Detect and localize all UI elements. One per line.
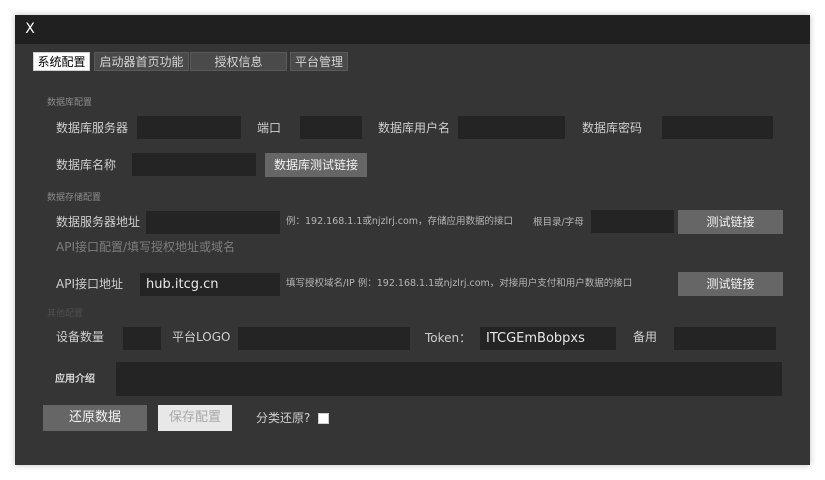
tab-license-info[interactable]: 授权信息 (190, 52, 287, 71)
app-intro-label: 应用介绍 (55, 374, 95, 385)
tab-platform-management[interactable]: 平台管理 (290, 52, 348, 71)
token-input[interactable]: ITCGEmBobpxs (480, 327, 616, 350)
app-intro-input[interactable] (116, 362, 782, 396)
device-count-input[interactable] (123, 327, 161, 350)
api-address-input[interactable]: hub.itcg.cn (140, 273, 280, 296)
db-section-title: 数据库配置 (47, 98, 93, 108)
db-user-label: 数据库用户名 (378, 121, 451, 135)
other-section-title: 其他配置 (47, 309, 84, 319)
token-label: Token： (425, 331, 472, 345)
api-example-hint: 填写授权域名/IP 例：192.168.1.1或njzlrj.com，对接用户支… (286, 278, 633, 289)
backup-input[interactable] (674, 327, 776, 350)
db-server-input[interactable] (137, 116, 241, 139)
storage-example-hint: 例：192.168.1.1或njzlrj.com，存储应用数据的接口 (286, 216, 514, 227)
close-button[interactable]: X (15, 15, 45, 44)
category-restore-label: 分类还原? (256, 411, 311, 425)
restore-data-button[interactable]: 还原数据 (43, 405, 147, 431)
storage-test-connection-button[interactable]: 测试链接 (678, 210, 783, 234)
storage-section-title: 数据存储配置 (47, 193, 102, 203)
storage-server-input[interactable] (146, 211, 280, 234)
storage-root-label: 根目录/字母 (533, 217, 584, 228)
api-address-label: API接口地址 (56, 277, 123, 291)
api-test-connection-button[interactable]: 测试链接 (678, 272, 783, 296)
device-count-label: 设备数量 (56, 330, 105, 344)
category-restore-checkbox[interactable] (318, 413, 329, 424)
db-server-label: 数据库服务器 (56, 121, 129, 135)
db-password-input[interactable] (662, 116, 773, 139)
db-test-connection-button[interactable]: 数据库测试链接 (265, 153, 367, 177)
db-user-input[interactable] (458, 116, 565, 139)
api-section-title: API接口配置/填写授权地址或域名 (56, 240, 236, 254)
storage-root-input[interactable] (591, 210, 674, 233)
db-port-input[interactable] (300, 116, 362, 139)
platform-logo-label: 平台LOGO (172, 330, 231, 344)
backup-label: 备用 (633, 330, 658, 344)
db-port-label: 端口 (257, 121, 282, 135)
config-window: X 系统配置 启动器首页功能 授权信息 平台管理 数据库配置 数据库服务器 端口… (15, 15, 810, 465)
title-bar: X (15, 15, 810, 44)
db-name-label: 数据库名称 (56, 158, 117, 172)
db-password-label: 数据库密码 (582, 121, 643, 135)
storage-server-label: 数据服务器地址 (56, 215, 141, 229)
platform-logo-input[interactable] (238, 327, 410, 350)
db-name-input[interactable] (132, 153, 256, 176)
save-config-button[interactable]: 保存配置 (158, 405, 232, 431)
tab-system-config[interactable]: 系统配置 (33, 52, 90, 71)
tab-launcher-home[interactable]: 启动器首页功能 (94, 52, 189, 71)
